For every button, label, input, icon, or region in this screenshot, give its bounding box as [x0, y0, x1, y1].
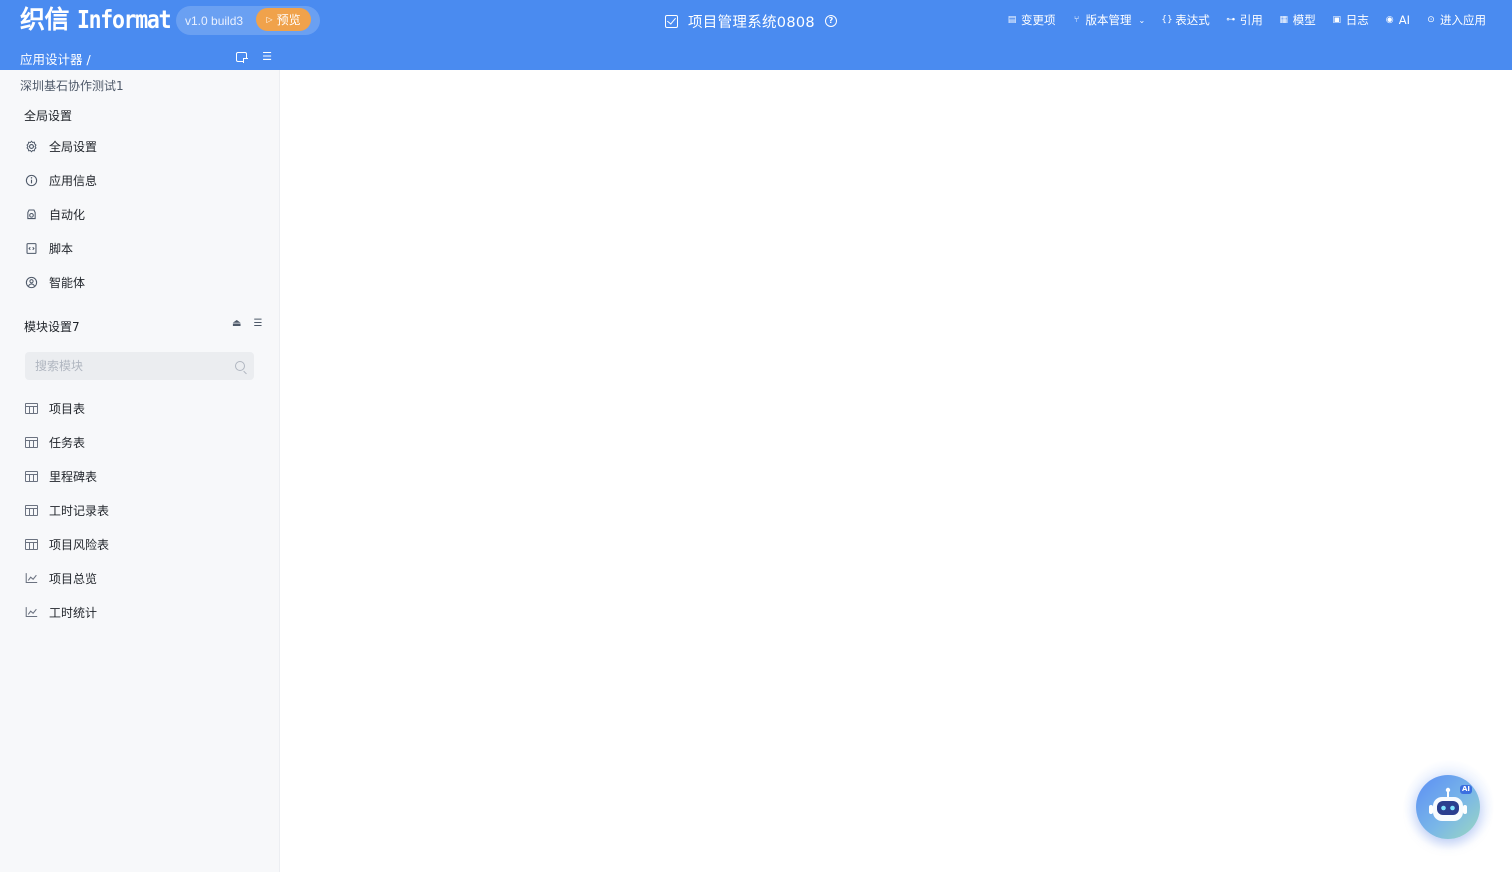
module-item-timesheet-stats[interactable]: 工时统计	[24, 602, 97, 622]
nav-label: 变更项	[1021, 13, 1056, 27]
sidebar: 深圳基石协作测试1 全局设置 全局设置 应用信息 自动化 脚本 智能体 模块设置…	[0, 70, 280, 872]
global-settings-heading: 全局设置	[24, 109, 73, 123]
preview-button[interactable]: ▷ 预览	[256, 8, 311, 31]
logo[interactable]: 织信 Informat	[20, 4, 185, 36]
reference-icon: ⊶	[1226, 14, 1236, 25]
ai-icon: ◉	[1385, 14, 1394, 25]
nav-ai[interactable]: ◉ AI	[1385, 13, 1410, 27]
module-item-label: 项目总览	[49, 571, 98, 586]
nav-label: 进入应用	[1440, 13, 1486, 27]
checkbox-icon	[665, 14, 678, 28]
enter-icon: ⊙	[1427, 14, 1435, 25]
nav-changes[interactable]: ▤ 变更项	[1007, 12, 1056, 28]
main-canvas	[280, 70, 1512, 872]
sort-list-icon[interactable]: ☰	[253, 318, 262, 330]
sidebar-item-script[interactable]: 脚本	[24, 238, 73, 258]
module-item-project-overview[interactable]: 项目总览	[24, 568, 97, 588]
sidebar-item-automation[interactable]: 自动化	[24, 204, 85, 224]
version-text: v1.0 build3	[185, 13, 244, 28]
collapse-all-icon[interactable]: ⏏	[232, 318, 241, 330]
outline-toggle-button[interactable]: ☰	[261, 51, 273, 63]
nav-label: 模型	[1292, 13, 1316, 27]
module-item-label: 任务表	[49, 435, 86, 450]
module-item-label: 工时统计	[49, 605, 98, 620]
nav-label: 引用	[1239, 13, 1263, 27]
info-icon	[24, 173, 38, 187]
sidebar-item-label: 应用信息	[49, 173, 98, 188]
module-item-label: 项目风险表	[49, 537, 110, 552]
log-icon: ▣	[1332, 14, 1341, 25]
top-nav: ▤ 变更项 ⑂ 版本管理 ⌄ {} 表达式 ⊶ 引用 ▦ 模型 ▣ 日志 ◉ A…	[1007, 11, 1486, 29]
table-icon	[24, 435, 38, 449]
braces-icon: {}	[1161, 14, 1173, 25]
nav-label: 日志	[1345, 13, 1369, 27]
nav-log[interactable]: ▣ 日志	[1332, 12, 1369, 28]
module-settings-heading: 模块设置7	[24, 320, 80, 334]
header-tools: ☰	[236, 51, 273, 63]
sidebar-item-app-info[interactable]: 应用信息	[24, 170, 97, 190]
chart-icon	[24, 571, 38, 585]
note-icon	[236, 52, 248, 63]
sidebar-item-agent[interactable]: 智能体	[24, 272, 85, 292]
list-doc-icon: ▤	[1007, 14, 1017, 25]
app-title-area: 项目管理系统0808 ?	[665, 10, 837, 32]
nav-enter-app[interactable]: ⊙ 进入应用	[1426, 12, 1486, 28]
chevron-down-icon: ⌄	[1138, 15, 1146, 25]
module-item-milestone-table[interactable]: 里程碑表	[24, 466, 97, 486]
help-icon[interactable]: ?	[824, 15, 837, 27]
preview-label: 预览	[276, 13, 301, 27]
module-item-label: 里程碑表	[49, 469, 98, 484]
sidebar-item-global-settings[interactable]: 全局设置	[24, 136, 97, 156]
nav-label: 表达式	[1175, 13, 1210, 27]
list-indent-icon: ☰	[262, 50, 272, 63]
nav-label: 版本管理	[1085, 13, 1132, 27]
top-header: 织信 Informat v1.0 build3 ▷ 预览 项目管理系统0808 …	[0, 0, 1512, 70]
table-icon	[24, 401, 38, 415]
play-icon: ▷	[266, 15, 273, 24]
model-icon: ▦	[1279, 14, 1288, 25]
module-search	[25, 352, 254, 380]
module-item-label: 项目表	[49, 401, 86, 416]
sidebar-item-label: 全局设置	[49, 139, 98, 154]
chart-icon	[24, 605, 38, 619]
table-icon	[24, 503, 38, 517]
nav-label: AI	[1398, 13, 1410, 27]
agent-icon	[24, 275, 38, 289]
robot-icon: AI	[1416, 775, 1480, 839]
module-item-task-table[interactable]: 任务表	[24, 432, 85, 452]
logo-cn: 织信	[20, 5, 70, 34]
sidebar-item-label: 脚本	[49, 241, 74, 256]
nav-model[interactable]: ▦ 模型	[1279, 12, 1316, 28]
module-tools: ⏏ ☰	[232, 318, 262, 330]
sidebar-item-label: 智能体	[49, 275, 86, 290]
logo-en: Informat	[77, 5, 172, 34]
automation-icon	[24, 207, 38, 221]
module-item-project-table[interactable]: 项目表	[24, 398, 85, 418]
ai-badge: AI	[1459, 785, 1472, 794]
nav-version-management[interactable]: ⑂ 版本管理 ⌄	[1072, 12, 1146, 28]
table-icon	[24, 469, 38, 483]
gear-icon	[24, 139, 38, 153]
search-icon[interactable]	[235, 361, 245, 371]
script-icon	[24, 241, 38, 255]
nav-reference[interactable]: ⊶ 引用	[1226, 12, 1263, 28]
table-icon	[24, 537, 38, 551]
module-item-label: 工时记录表	[49, 503, 110, 518]
note-button[interactable]	[236, 51, 248, 63]
nav-expression[interactable]: {} 表达式	[1161, 12, 1210, 28]
sidebar-item-label: 自动化	[49, 207, 86, 222]
workspace-name[interactable]: 深圳基石协作测试1	[20, 77, 124, 94]
module-search-input[interactable]	[25, 359, 235, 373]
module-item-timesheet-table[interactable]: 工时记录表	[24, 500, 109, 520]
breadcrumb[interactable]: 应用设计器 /	[20, 49, 91, 68]
module-item-risk-table[interactable]: 项目风险表	[24, 534, 109, 554]
branch-icon: ⑂	[1073, 14, 1080, 25]
ai-assistant-button[interactable]: AI	[1404, 760, 1494, 850]
app-title[interactable]: 项目管理系统0808	[688, 11, 815, 32]
